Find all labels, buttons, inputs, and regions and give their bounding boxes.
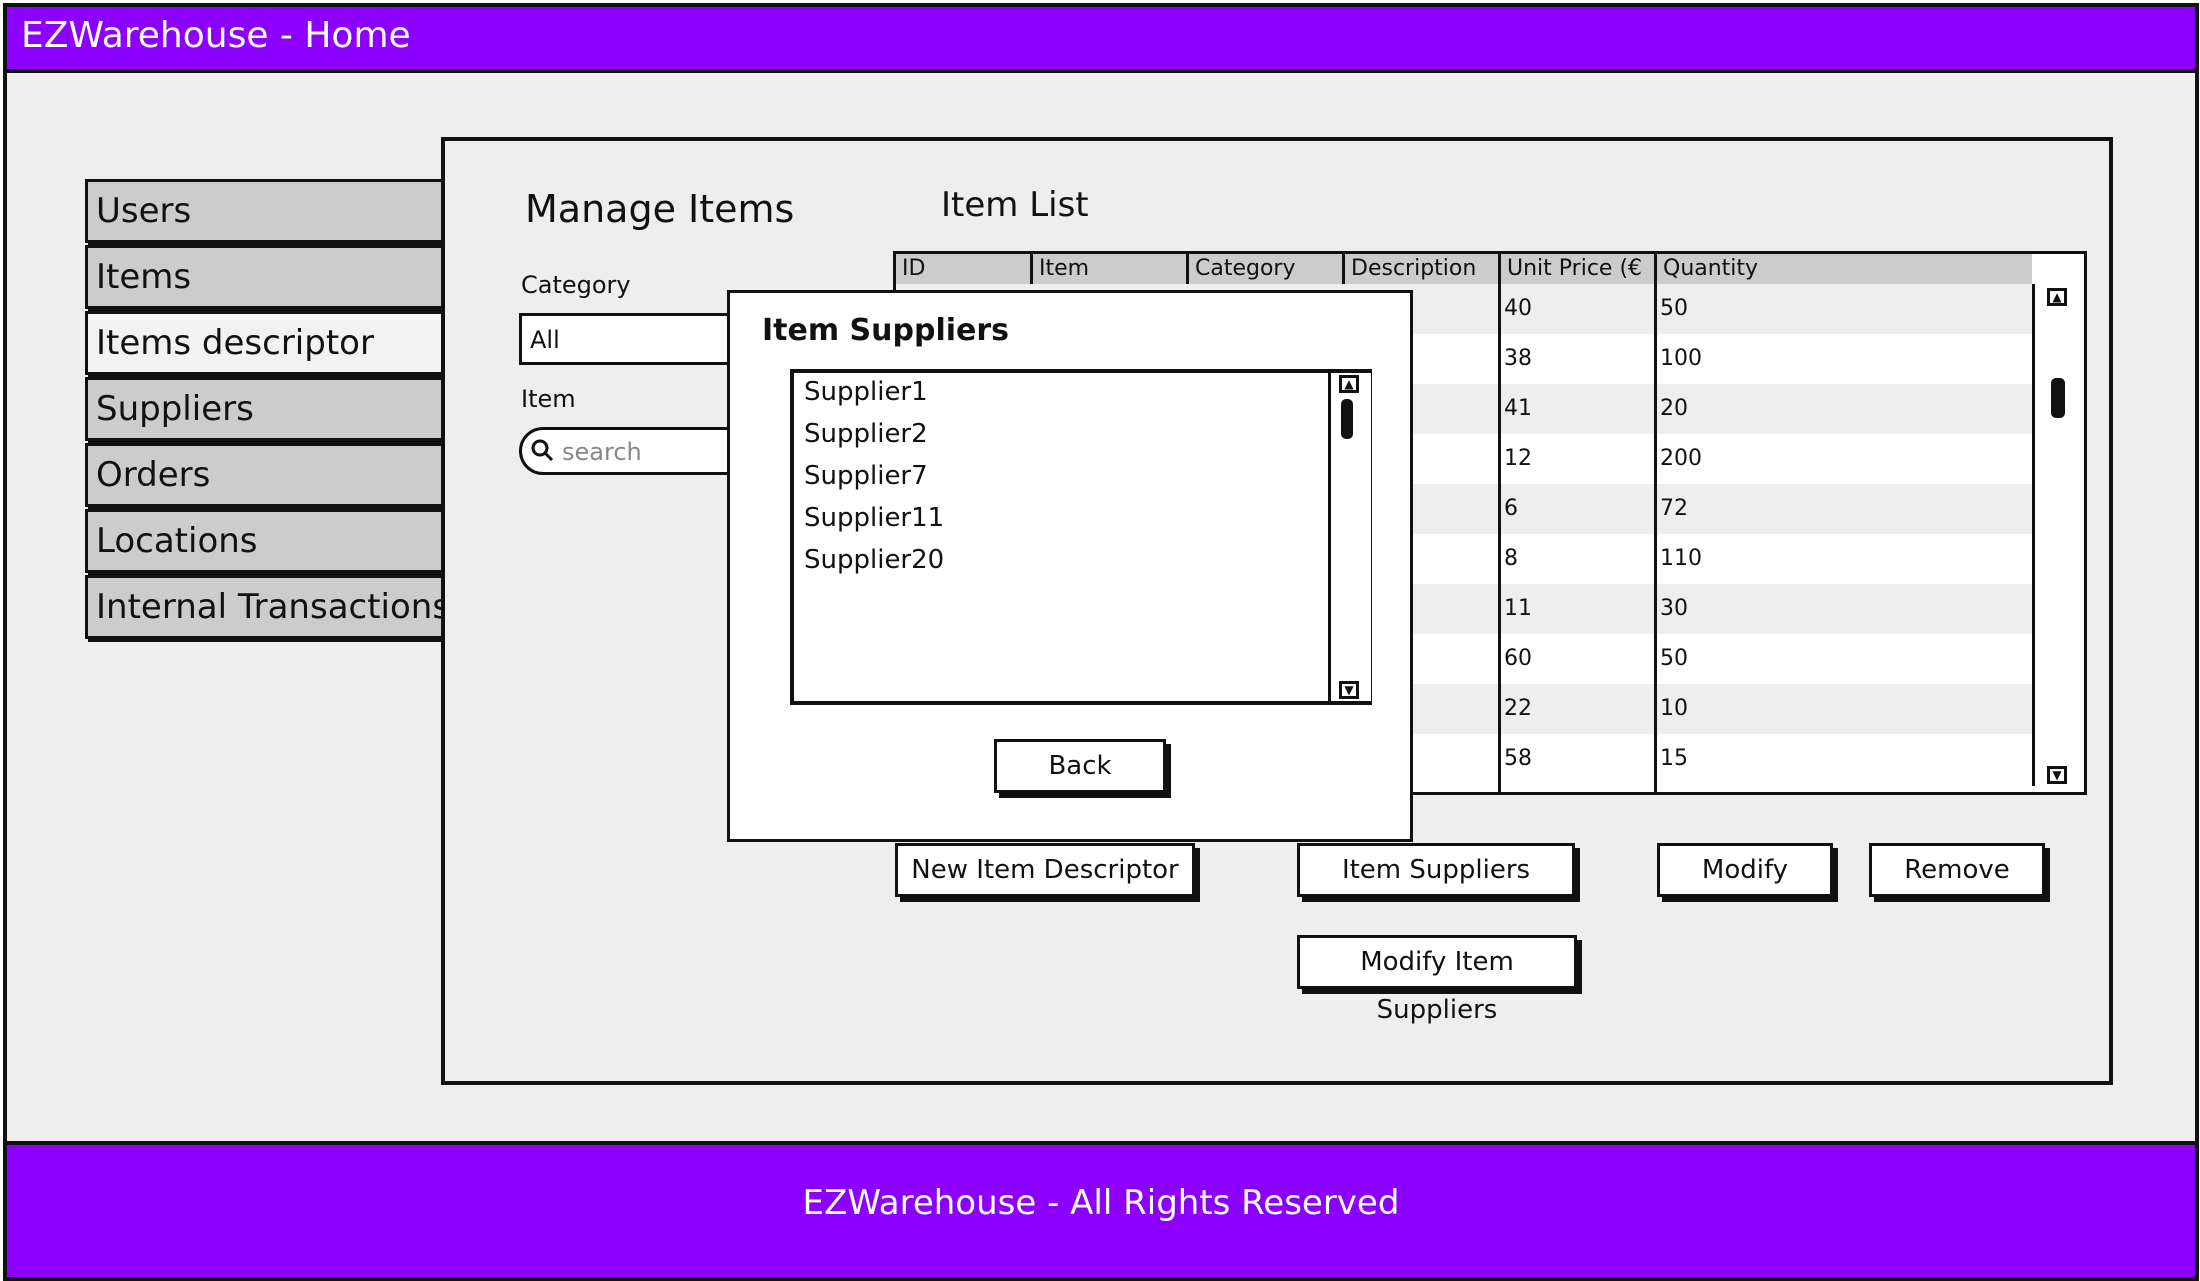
remove-button[interactable]: Remove [1869, 843, 2045, 897]
modify-item-suppliers-button[interactable]: Modify Item Suppliers [1297, 935, 1577, 1025]
cell-quantity: 50 [1660, 646, 1688, 671]
page-title: Manage Items [525, 187, 795, 231]
search-placeholder: search [562, 438, 642, 466]
item-search-field[interactable]: search [519, 427, 749, 475]
new-item-descriptor-button[interactable]: New Item Descriptor [895, 843, 1195, 897]
cell-unit-price: 40 [1504, 296, 1532, 321]
cell-quantity: 100 [1660, 346, 1702, 371]
sidebar-item-items[interactable]: Items [85, 245, 455, 309]
sidebar-item-internal-transactions[interactable]: Internal Transactions [85, 575, 455, 639]
sidebar-item-orders[interactable]: Orders [85, 443, 455, 507]
column-header-quantity: Quantity [1654, 254, 2032, 284]
search-icon [530, 438, 554, 462]
item-suppliers-button[interactable]: Item Suppliers [1297, 843, 1575, 897]
cell-quantity: 20 [1660, 396, 1688, 421]
sidebar-item-users[interactable]: Users [85, 179, 455, 243]
footer-text: EZWarehouse - All Rights Reserved [802, 1183, 1400, 1223]
list-item[interactable]: Supplier7 [804, 461, 928, 491]
column-header-description: Description [1342, 254, 1498, 284]
app-title: EZWarehouse - Home [21, 15, 411, 56]
item-label: Item [521, 385, 576, 413]
footer-bar: EZWarehouse - All Rights Reserved [7, 1141, 2195, 1277]
cell-quantity: 72 [1660, 496, 1688, 521]
modify-button[interactable]: Modify [1657, 843, 1833, 897]
sidebar-item-locations[interactable]: Locations [85, 509, 455, 573]
cell-quantity: 15 [1660, 746, 1688, 771]
category-label: Category [521, 271, 631, 299]
category-select-value: All [530, 326, 560, 354]
app-window: EZWarehouse - Home Users Items Items descr… [3, 3, 2199, 1281]
category-select[interactable]: All [519, 313, 749, 365]
list-item[interactable]: Supplier20 [804, 545, 944, 575]
column-divider [1498, 254, 1501, 792]
cell-unit-price: 12 [1504, 446, 1532, 471]
list-item[interactable]: Supplier2 [804, 419, 928, 449]
chevron-down-icon[interactable]: ▼ [2047, 766, 2067, 784]
supplier-list-scroll-thumb[interactable] [1341, 399, 1353, 439]
supplier-list-scrollbar[interactable]: ▲ ▼ [1328, 373, 1371, 701]
cell-unit-price: 22 [1504, 696, 1532, 721]
cell-quantity: 10 [1660, 696, 1688, 721]
column-divider [1654, 254, 1657, 792]
table-header-row: ID Item Category Description Unit Price … [896, 254, 2032, 287]
sidebar-item-suppliers[interactable]: Suppliers [85, 377, 455, 441]
cell-quantity: 110 [1660, 546, 1702, 571]
chevron-up-icon[interactable]: ▲ [1339, 375, 1359, 393]
list-item[interactable]: Supplier1 [804, 377, 928, 407]
cell-quantity: 50 [1660, 296, 1688, 321]
back-button[interactable]: Back [994, 739, 1166, 793]
cell-quantity: 30 [1660, 596, 1688, 621]
cell-unit-price: 58 [1504, 746, 1532, 771]
table-scrollbar[interactable]: ▲ ▼ [2032, 284, 2081, 786]
cell-unit-price: 6 [1504, 496, 1518, 521]
item-suppliers-dialog: Item Suppliers Supplier1 Supplier2 Supplie… [727, 290, 1413, 842]
cell-unit-price: 8 [1504, 546, 1518, 571]
supplier-list: Supplier1 Supplier2 Supplier7 Supplier11 Sup… [790, 369, 1372, 705]
cell-unit-price: 60 [1504, 646, 1532, 671]
column-header-item: Item [1030, 254, 1186, 284]
cell-unit-price: 41 [1504, 396, 1532, 421]
sidebar-item-items-descriptor[interactable]: Items descriptor [85, 311, 455, 375]
chevron-up-icon[interactable]: ▲ [2047, 288, 2067, 306]
cell-unit-price: 11 [1504, 596, 1532, 621]
chevron-down-icon[interactable]: ▼ [1339, 681, 1359, 699]
table-scroll-thumb[interactable] [2051, 378, 2065, 418]
list-item[interactable]: Supplier11 [804, 503, 944, 533]
column-header-category: Category [1186, 254, 1342, 284]
item-list-title: Item List [941, 185, 1089, 225]
column-header-id: ID [902, 256, 926, 281]
cell-quantity: 200 [1660, 446, 1702, 471]
column-header-unit-price: Unit Price (€ [1498, 254, 1654, 284]
cell-unit-price: 38 [1504, 346, 1532, 371]
dialog-title: Item Suppliers [762, 313, 1010, 348]
header-bar: EZWarehouse - Home [7, 7, 2195, 73]
